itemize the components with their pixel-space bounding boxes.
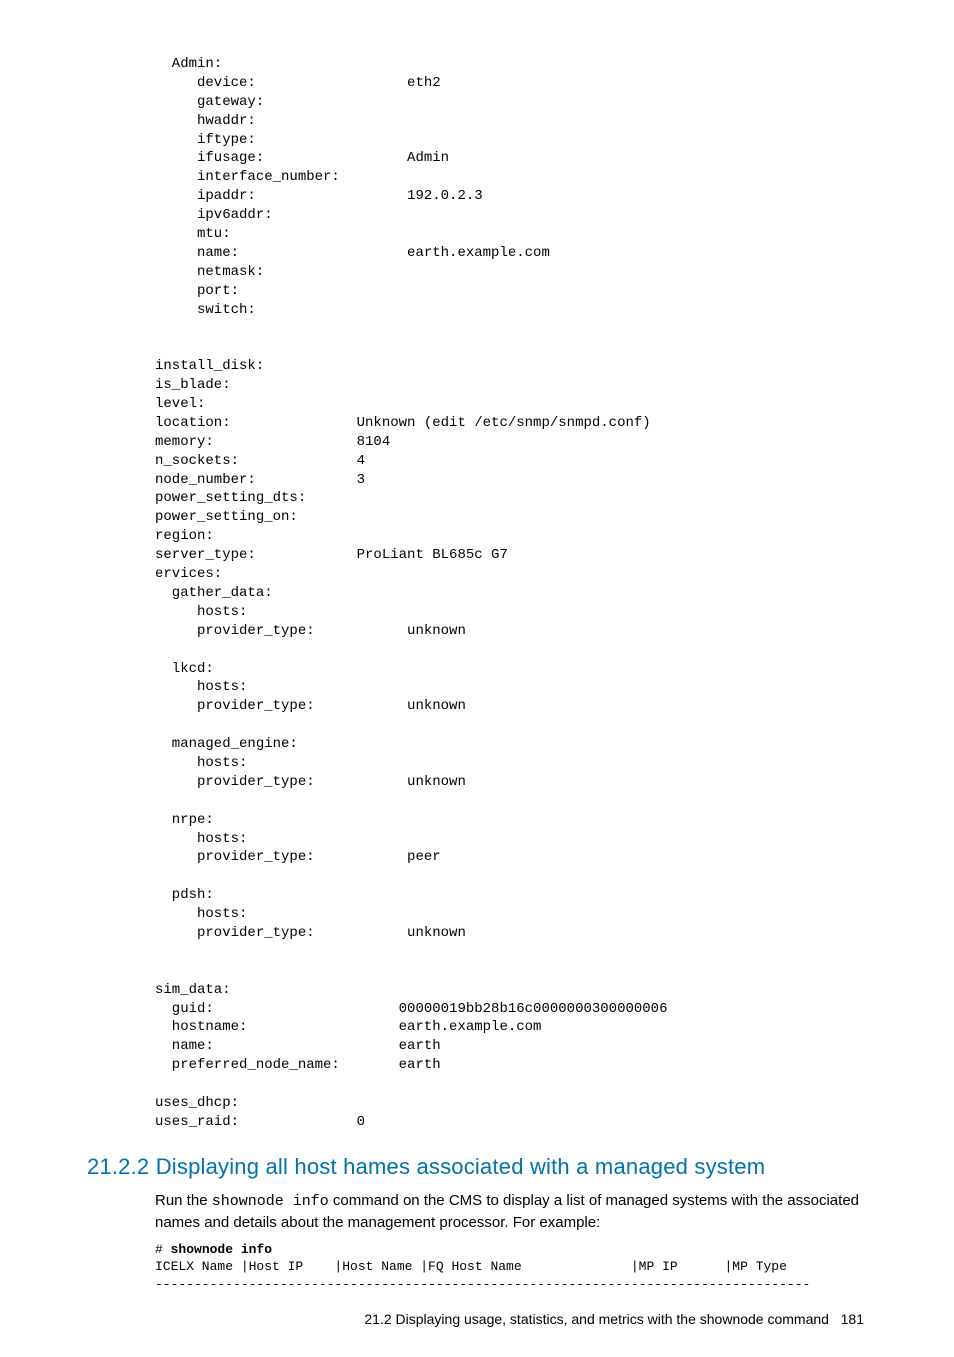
section-title: Displaying all host hames associated wit…: [156, 1154, 766, 1179]
section-number: 21.2.2: [87, 1154, 149, 1179]
section-heading: 21.2.2 Displaying all host hames associa…: [87, 1154, 864, 1180]
example-block: # shownode info ICELX Name |Host IP |Hos…: [155, 1241, 864, 1294]
example-rule: ----------------------------------------…: [155, 1277, 810, 1292]
example-header-row: ICELX Name |Host IP |Host Name |FQ Host …: [155, 1259, 787, 1274]
example-prompt: #: [155, 1242, 171, 1257]
body-prefix: Run the: [155, 1192, 212, 1209]
page-footer: 21.2 Displaying usage, statistics, and m…: [155, 1311, 864, 1327]
body-paragraph: Run the shownode info command on the CMS…: [155, 1190, 864, 1233]
footer-text: 21.2 Displaying usage, statistics, and m…: [364, 1311, 829, 1327]
config-output-block: Admin: device: eth2 gateway: hwaddr: ift…: [155, 55, 864, 1132]
example-command: shownode info: [171, 1242, 272, 1257]
footer-page-number: 181: [841, 1311, 864, 1327]
inline-command: shownode info: [212, 1193, 329, 1210]
